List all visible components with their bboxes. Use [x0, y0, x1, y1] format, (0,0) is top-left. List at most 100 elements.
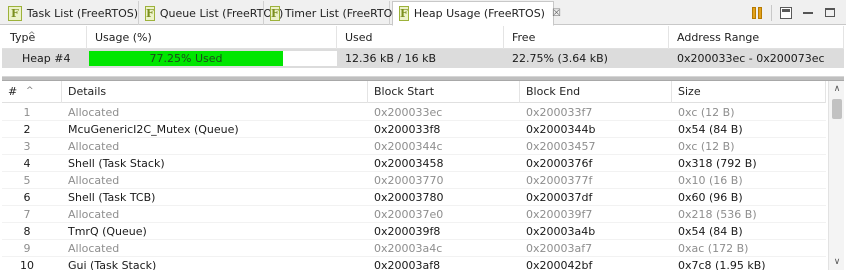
row-block-start: 0x20003780 — [374, 191, 444, 204]
table-row[interactable]: 5 Allocated 0x20003770 0x2000377f 0x10 (16 B… — [2, 172, 826, 189]
row-block-end: 0x2000376f — [526, 157, 593, 170]
vertical-scrollbar[interactable]: ∧ ∨ — [828, 81, 844, 270]
freertos-icon: F — [145, 5, 155, 21]
tab-queue-list[interactable]: F Queue List (FreeRTOS) — [139, 1, 283, 25]
sort-caret-icon: ^ — [26, 86, 34, 96]
row-details: McuGenericI2C_Mutex (Queue) — [68, 123, 239, 136]
close-icon[interactable]: ☒ — [552, 8, 561, 19]
heap-address-range: 0x200033ec - 0x200073ec — [677, 52, 825, 65]
row-block-start: 0x20003770 — [374, 174, 444, 187]
toolbar-separator — [771, 5, 772, 21]
freertos-icon: F — [399, 6, 409, 21]
row-size: 0x7c8 (1.95 kB) — [678, 259, 766, 270]
tab-label: Timer List (FreeRTOS) — [284, 6, 404, 20]
heap-type: Heap #4 — [22, 52, 71, 65]
row-details: Allocated — [68, 208, 120, 221]
save-icon[interactable] — [778, 5, 794, 21]
minimize-icon[interactable] — [800, 5, 816, 21]
row-block-start: 0x2000344c — [374, 140, 443, 153]
table-row[interactable]: 8 TmrQ (Queue) 0x200039f8 0x20003a4b 0x54 (8… — [2, 223, 826, 240]
column-header-free[interactable]: Free — [504, 26, 669, 49]
tab-label: Task List (FreeRTOS) — [26, 6, 138, 20]
heap-summary-table: Type ^ Usage (%) Used Free Address Range… — [2, 26, 844, 74]
row-number: 5 — [23, 174, 31, 187]
column-header-block-end[interactable]: Block End — [520, 81, 672, 103]
row-block-end: 0x200037df — [526, 191, 593, 204]
scrollbar-thumb[interactable] — [832, 99, 842, 119]
row-block-end: 0x200042bf — [526, 259, 593, 270]
row-details: Allocated — [68, 106, 120, 119]
column-header-usage[interactable]: Usage (%) — [87, 26, 337, 49]
row-number: 4 — [23, 157, 31, 170]
row-block-start: 0x200033ec — [374, 106, 443, 119]
tab-timer-list[interactable]: F Timer List (FreeRTOS) — [264, 1, 404, 25]
row-number: 1 — [23, 106, 31, 119]
row-details: Allocated — [68, 242, 120, 255]
view-tab-bar: F Task List (FreeRTOS) F Queue List (Fre… — [0, 0, 846, 26]
row-size: 0xc (12 B) — [678, 140, 735, 153]
row-number: 7 — [23, 208, 31, 221]
table-row[interactable]: 10 Gui (Task Stack) 0x20003af8 0x200042bf 0x… — [2, 257, 826, 270]
table-row[interactable]: 6 Shell (Task TCB) 0x20003780 0x200037df 0x6… — [2, 189, 826, 206]
summary-header-row: Type ^ Usage (%) Used Free Address Range — [2, 26, 844, 49]
column-header-number[interactable]: # ^ — [2, 81, 62, 103]
row-size: 0x54 (84 B) — [678, 225, 743, 238]
column-header-block-start[interactable]: Block Start — [368, 81, 520, 103]
pause-icon[interactable] — [749, 5, 765, 21]
table-row[interactable]: 9 Allocated 0x20003a4c 0x20003af7 0xac (172 … — [2, 240, 826, 257]
table-row[interactable]: 4 Shell (Task Stack) 0x20003458 0x2000376f 0… — [2, 155, 826, 172]
column-header-details[interactable]: Details — [62, 81, 368, 103]
scroll-down-icon[interactable]: ∨ — [829, 254, 844, 270]
row-block-end: 0x20003457 — [526, 140, 596, 153]
heap-row[interactable]: Heap #4 77.25% Used 12.36 kB / 16 kB 22.… — [2, 49, 844, 68]
row-block-end: 0x200033f7 — [526, 106, 593, 119]
column-header-used[interactable]: Used — [337, 26, 504, 49]
row-block-end: 0x2000377f — [526, 174, 593, 187]
row-details: Allocated — [68, 140, 120, 153]
row-size: 0x60 (96 B) — [678, 191, 743, 204]
row-block-end: 0x20003af7 — [526, 242, 593, 255]
row-size: 0x10 (16 B) — [678, 174, 743, 187]
table-row[interactable]: 2 McuGenericI2C_Mutex (Queue) 0x200033f8 0x… — [2, 121, 826, 138]
row-number: 9 — [23, 242, 31, 255]
column-header-address-range[interactable]: Address Range — [669, 26, 844, 49]
sort-caret-icon: ^ — [28, 31, 36, 41]
row-details: TmrQ (Queue) — [68, 225, 147, 238]
row-block-start: 0x200039f8 — [374, 225, 441, 238]
table-row[interactable]: 3 Allocated 0x2000344c 0x20003457 0xc (12 B) — [2, 138, 826, 155]
maximize-icon[interactable] — [822, 5, 838, 21]
row-size: 0xac (172 B) — [678, 242, 749, 255]
tab-heap-usage[interactable]: F Heap Usage (FreeRTOS) ☒ — [392, 1, 561, 26]
row-number: 8 — [23, 225, 31, 238]
column-header-type[interactable]: Type ^ — [2, 26, 87, 49]
blocks-table-body: 1 Allocated 0x200033ec 0x200033f7 0xc (12 B)… — [2, 104, 826, 270]
row-details: Shell (Task TCB) — [68, 191, 156, 204]
row-number: 3 — [23, 140, 31, 153]
table-row[interactable]: 7 Allocated 0x200037e0 0x200039f7 0x218 (536… — [2, 206, 826, 223]
row-block-start: 0x200037e0 — [374, 208, 444, 221]
tab-label: Heap Usage (FreeRTOS) — [413, 7, 545, 20]
table-row[interactable]: 1 Allocated 0x200033ec 0x200033f7 0xc (12 B) — [2, 104, 826, 121]
usage-percent-text: 77.25% Used — [149, 52, 223, 65]
row-size: 0x318 (792 B) — [678, 157, 757, 170]
row-number: 6 — [23, 191, 31, 204]
row-block-start: 0x20003af8 — [374, 259, 441, 270]
row-block-start: 0x20003a4c — [374, 242, 443, 255]
row-number: 2 — [23, 123, 31, 136]
row-number: 10 — [20, 259, 34, 270]
row-details: Allocated — [68, 174, 120, 187]
row-size: 0x54 (84 B) — [678, 123, 743, 136]
heap-free: 22.75% (3.64 kB) — [512, 52, 608, 65]
scroll-up-icon[interactable]: ∧ — [829, 81, 844, 97]
row-size: 0x218 (536 B) — [678, 208, 757, 221]
freertos-icon: F — [8, 5, 22, 21]
row-block-end: 0x2000344b — [526, 123, 596, 136]
row-details: Gui (Task Stack) — [68, 259, 157, 270]
row-block-end: 0x200039f7 — [526, 208, 593, 221]
row-block-start: 0x20003458 — [374, 157, 444, 170]
heap-used: 12.36 kB / 16 kB — [345, 52, 437, 65]
freertos-icon: F — [270, 5, 280, 21]
column-header-size[interactable]: Size — [672, 81, 826, 103]
blocks-header-row: # ^ Details Block Start Block End Size — [2, 81, 826, 103]
tab-task-list[interactable]: F Task List (FreeRTOS) — [2, 1, 139, 25]
